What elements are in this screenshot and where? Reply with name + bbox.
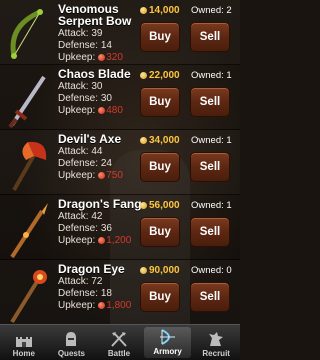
upkeep-stat: Upkeep: 750 (58, 170, 123, 181)
item-row: Dragon Eye Attack: 72 Defense: 18 Upkeep… (0, 260, 240, 325)
item-stats: Attack: 30 Defense: 30 Upkeep: 480 (58, 81, 138, 117)
tab-home[interactable]: Home (0, 325, 48, 360)
gold-coin-icon (140, 72, 147, 79)
item-row: Dragon's Fang Attack: 42 Defense: 36 Upk… (0, 195, 240, 260)
item-stats: Attack: 42 Defense: 36 Upkeep: 1,200 (58, 211, 138, 247)
upkeep-icon (98, 54, 106, 61)
owned-count: Owned: 1 (191, 200, 232, 211)
item-stats: Attack: 72 Defense: 18 Upkeep: 1,800 (58, 276, 138, 312)
sell-button[interactable]: Sell (190, 152, 230, 182)
gold-coin-icon (140, 7, 147, 14)
item-price: 14,000 (140, 5, 180, 16)
defense-stat: Defense: 14 (58, 40, 112, 51)
staff-icon (10, 270, 47, 324)
item-name: Devil's Axe (58, 132, 122, 146)
attack-stat: Attack: 72 (58, 276, 103, 287)
item-price: 90,000 (140, 265, 180, 276)
attack-stat: Attack: 39 (58, 28, 103, 39)
axe-icon (12, 141, 47, 191)
armory-screen: Venomous Serpent Bow Attack: 39 Defense:… (0, 0, 240, 360)
buy-button[interactable]: Buy (140, 152, 180, 182)
tab-battle[interactable]: Battle (95, 325, 143, 360)
spear-icon (10, 203, 48, 259)
knight-helmet-icon (66, 332, 77, 346)
sell-button[interactable]: Sell (190, 217, 230, 247)
buy-button[interactable]: Buy (140, 87, 180, 117)
item-row: Chaos Blade Attack: 30 Defense: 30 Upkee… (0, 65, 240, 130)
tab-armory[interactable]: Armory (143, 327, 192, 358)
attack-stat: Attack: 30 (58, 81, 103, 92)
upkeep-icon (98, 107, 106, 114)
sword-icon (8, 75, 46, 129)
upkeep-stat: Upkeep: 1,800 (58, 300, 132, 311)
owned-count: Owned: 2 (191, 5, 232, 16)
sell-button[interactable]: Sell (190, 22, 230, 52)
griffin-icon (209, 332, 224, 346)
bow-icon (159, 329, 175, 345)
serpent-bow-icon (10, 9, 43, 59)
attack-stat: Attack: 42 (58, 211, 103, 222)
owned-count: Owned: 1 (191, 70, 232, 81)
attack-stat: Attack: 44 (58, 146, 103, 157)
gold-coin-icon (140, 137, 147, 144)
item-name: Dragon's Fang (58, 197, 142, 211)
item-row: Devil's Axe Attack: 44 Defense: 24 Upkee… (0, 130, 240, 195)
tab-quests[interactable]: Quests (48, 325, 96, 360)
item-stats: Attack: 39 Defense: 14 Upkeep: 320 (58, 28, 138, 64)
defense-stat: Defense: 18 (58, 288, 112, 299)
owned-count: Owned: 1 (191, 135, 232, 146)
defense-stat: Defense: 24 (58, 158, 112, 169)
item-name: Chaos Blade (58, 67, 131, 81)
upkeep-icon (98, 237, 106, 244)
item-row: Venomous Serpent Bow Attack: 39 Defense:… (0, 0, 240, 65)
item-price: 56,000 (140, 200, 180, 211)
owned-count: Owned: 0 (191, 265, 232, 276)
gold-coin-icon (140, 202, 147, 209)
upkeep-stat: Upkeep: 480 (58, 105, 123, 116)
item-price: 22,000 (140, 70, 180, 81)
item-name: Dragon Eye (58, 262, 125, 276)
upkeep-stat: Upkeep: 320 (58, 52, 123, 63)
gold-coin-icon (140, 267, 147, 274)
defense-stat: Defense: 36 (58, 223, 112, 234)
sell-button[interactable]: Sell (190, 282, 230, 312)
item-name: Venomous Serpent Bow (58, 2, 132, 28)
sell-button[interactable]: Sell (190, 87, 230, 117)
item-price: 34,000 (140, 135, 180, 146)
item-stats: Attack: 44 Defense: 24 Upkeep: 750 (58, 146, 138, 182)
buy-button[interactable]: Buy (140, 217, 180, 247)
tab-bar: Home Quests Battle Armory Recruit (0, 324, 240, 360)
defense-stat: Defense: 30 (58, 93, 112, 104)
upkeep-stat: Upkeep: 1,200 (58, 235, 132, 246)
tab-recruit[interactable]: Recruit (192, 325, 240, 360)
upkeep-icon (98, 172, 106, 179)
buy-button[interactable]: Buy (140, 282, 180, 312)
crossed-axes-icon (111, 332, 127, 347)
buy-button[interactable]: Buy (140, 22, 180, 52)
castle-icon (15, 337, 32, 347)
upkeep-icon (98, 302, 106, 309)
